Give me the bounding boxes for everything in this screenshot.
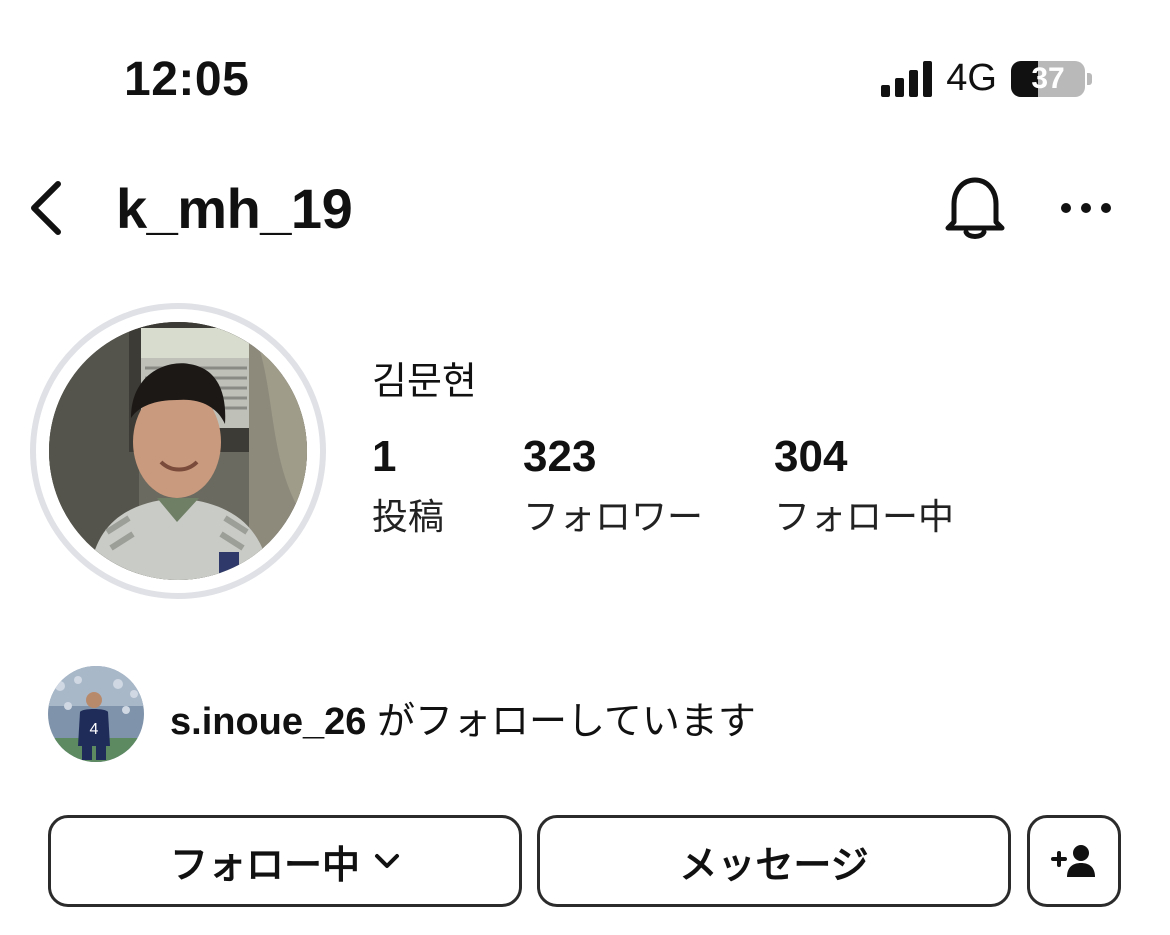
following-label[interactable]: フォロー中 (774, 488, 954, 540)
signal-icon (881, 60, 933, 97)
followers-count[interactable]: 323 (523, 432, 596, 482)
followed-by-text[interactable]: s.inoue_26 がフォローしています (170, 690, 756, 745)
svg-text:4: 4 (90, 721, 99, 738)
back-icon[interactable] (26, 178, 66, 238)
mutual-follower-avatar[interactable]: 4 (48, 666, 144, 762)
more-icon[interactable] (1058, 190, 1114, 226)
followed-by-suffix: がフォローしています (376, 701, 756, 743)
chevron-down-icon (375, 854, 399, 868)
following-count[interactable]: 304 (774, 432, 847, 482)
battery-level: 37 (1031, 61, 1065, 95)
status-time: 12:05 (124, 53, 250, 106)
posts-label[interactable]: 投稿 (372, 488, 444, 540)
battery-icon: 37 (1011, 60, 1085, 97)
message-button[interactable]: メッセージ (537, 815, 1011, 907)
bell-icon[interactable] (942, 172, 1008, 242)
mutual-follower-photo: 4 (48, 666, 144, 762)
profile-avatar-ring[interactable] (30, 303, 326, 599)
following-button-label: フォロー中 (169, 844, 360, 887)
network-type: 4G (946, 57, 997, 99)
battery-tip (1087, 72, 1092, 85)
avatar-photo (49, 322, 307, 580)
add-person-icon (1051, 845, 1095, 877)
suggest-people-button[interactable] (1027, 815, 1121, 907)
message-button-label: メッセージ (679, 844, 869, 887)
profile-username: k_mh_19 (116, 177, 353, 240)
avatar[interactable] (49, 322, 307, 580)
posts-count[interactable]: 1 (372, 432, 396, 482)
mutual-follower-username[interactable]: s.inoue_26 (170, 701, 366, 743)
display-name: 김문현 (372, 361, 477, 403)
followers-label[interactable]: フォロワー (523, 488, 703, 540)
status-indicators: 4G 37 (881, 57, 1092, 100)
following-button[interactable]: フォロー中 (48, 815, 522, 907)
